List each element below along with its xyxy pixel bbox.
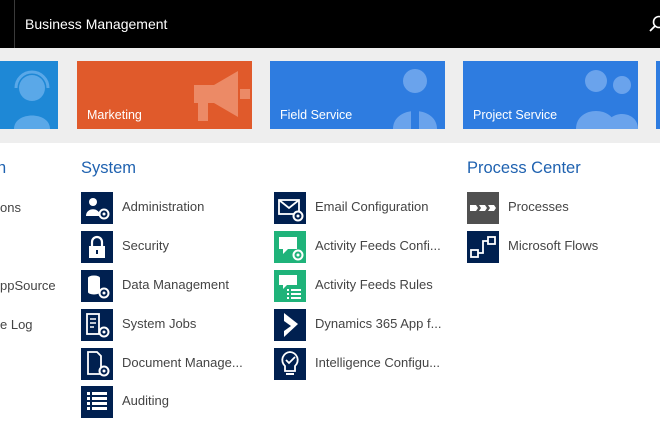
left-item[interactable]: ppSource [0,278,56,293]
flow-icon [467,231,499,263]
tile-field-service[interactable]: Field Service [270,61,445,129]
tile-next[interactable] [656,61,660,129]
left-item[interactable]: e Log [0,317,33,332]
nav-item-label: Document Manage... [122,355,243,370]
lock-icon [81,231,113,263]
tile-label: Field Service [280,108,353,122]
left-item[interactable]: ons [0,200,21,215]
top-navigation-bar: Business Management [0,0,660,48]
search-icon[interactable] [648,14,660,34]
section-title-process-center: Process Center [467,159,581,177]
nav-item-label: Administration [122,199,205,214]
document-gear-icon [81,348,113,380]
nav-item-auditing[interactable]: Auditing [81,386,251,418]
nav-item-activity-feeds-rules[interactable]: Activity Feeds Rules [274,270,450,302]
field-technician-icon [393,69,437,129]
tile-project-service[interactable]: Project Service [463,61,638,129]
nav-item-label: System Jobs [122,316,197,331]
people-icon [576,70,638,129]
nav-item-label: Data Management [122,277,229,292]
nav-item-label: Activity Feeds Rules [315,277,433,292]
nav-item-processes[interactable]: Processes [467,192,617,224]
nav-item-data-management[interactable]: Data Management [81,270,251,302]
dynamics-365-icon [274,309,306,341]
nav-item-document-management[interactable]: Document Manage... [81,348,251,380]
headset-person-icon [14,70,50,129]
nav-item-label: Security [122,238,169,253]
breadcrumb-title[interactable]: Business Management [25,16,167,32]
nav-item-intelligence-configuration[interactable]: Intelligence Configu... [274,348,450,380]
activity-feed-gear-icon [274,231,306,263]
nav-item-label: Activity Feeds Confi... [315,238,441,253]
nav-item-label: Intelligence Configu... [315,355,441,370]
nav-item-dynamics-365-app[interactable]: Dynamics 365 App f... [274,309,450,341]
lightbulb-check-icon [274,348,306,380]
nav-item-email-configuration[interactable]: Email Configuration [274,192,450,224]
tile-marketing[interactable]: Marketing [77,61,252,129]
nav-item-activity-feeds-configuration[interactable]: Activity Feeds Confi... [274,231,450,263]
nav-item-administration[interactable]: Administration [81,192,251,224]
section-title-system: System [81,159,137,177]
nav-item-label: Email Configuration [315,199,429,214]
nav-item-system-jobs[interactable]: System Jobs [81,309,251,341]
jobs-gear-icon [81,309,113,341]
megaphone-icon [194,71,250,121]
process-arrows-icon [467,192,499,224]
nav-item-label: Auditing [122,393,169,408]
section-title-left: n [0,159,7,177]
nav-divider [14,0,15,48]
nav-item-microsoft-flows[interactable]: Microsoft Flows [467,231,617,263]
tile-label: Project Service [473,108,558,122]
tile-label: Marketing [87,108,142,122]
email-gear-icon [274,192,306,224]
users-gear-icon [81,192,113,224]
nav-item-label: Microsoft Flows [508,238,599,253]
nav-item-label: Processes [508,199,569,214]
nav-item-security[interactable]: Security [81,231,251,263]
tile-customer-service[interactable] [0,61,58,129]
nav-item-label: Dynamics 365 App f... [315,316,442,331]
activity-feed-list-icon [274,270,306,302]
list-icon [81,386,113,418]
database-gear-icon [81,270,113,302]
